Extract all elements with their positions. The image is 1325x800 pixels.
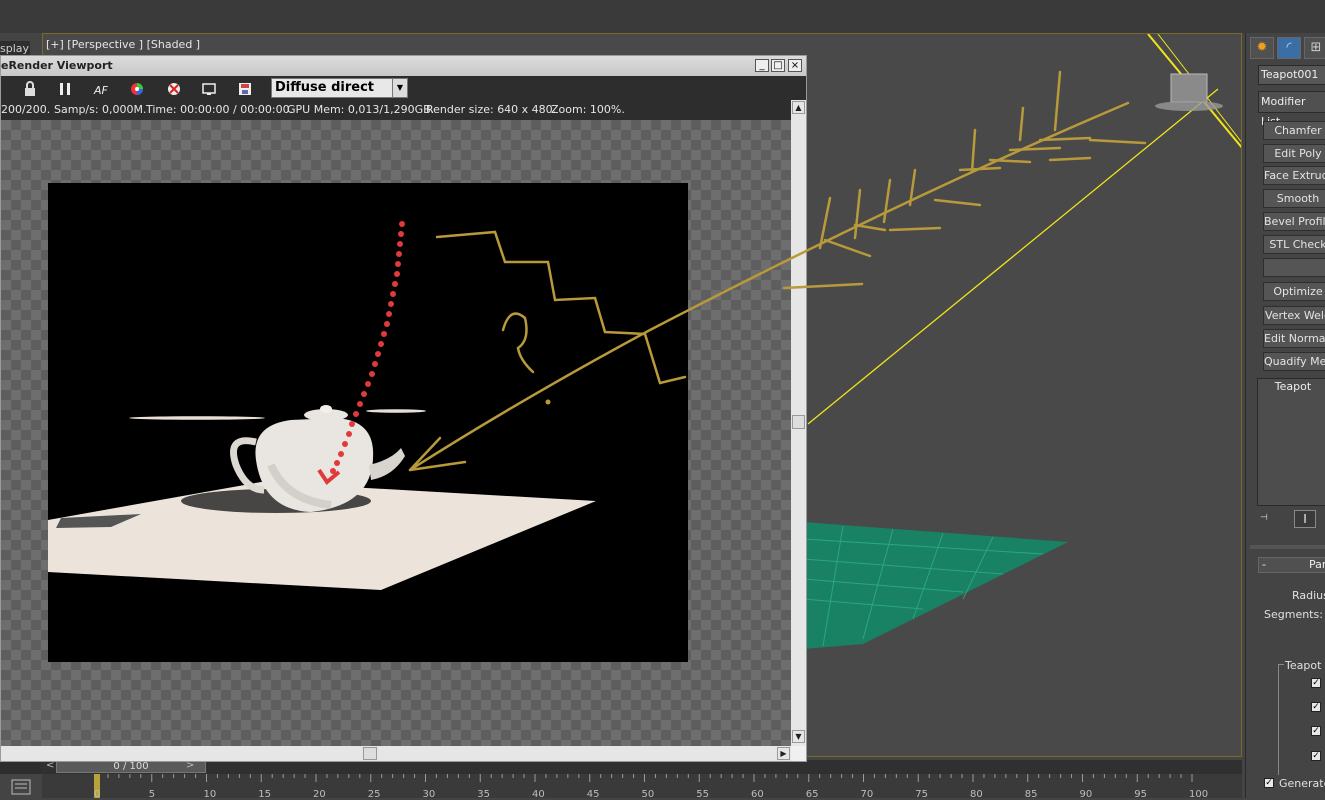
timeline-tick-label: 75 — [915, 789, 928, 800]
modifier-quadify-mesh-button[interactable]: Quadify Mesh — [1263, 352, 1325, 371]
generate-label: Generate — [1279, 777, 1325, 790]
chevron-down-icon[interactable]: ▼ — [392, 79, 407, 97]
status-render-size: Render size: 640 x 480. — [426, 103, 557, 116]
render-toolbar: AF Diffuse direct ▼ — [1, 76, 806, 100]
svg-text:AF: AF — [93, 84, 109, 97]
part-checkbox-3[interactable]: ✓ — [1311, 726, 1321, 736]
color-wheel-icon[interactable] — [129, 81, 145, 97]
timeline-tick-label: 90 — [1079, 789, 1093, 800]
collapse-icon[interactable]: - — [1262, 558, 1266, 572]
timeline-ticks — [96, 774, 1193, 782]
object-name-field[interactable]: Teapot001 — [1258, 65, 1325, 85]
timeline-tick-label: 40 — [532, 789, 545, 800]
render-canvas[interactable] — [1, 120, 791, 746]
segments-label: Segments: — [1264, 608, 1323, 621]
status-time: Time: 00:00:00 / 00:00:00. — [146, 103, 294, 116]
status-passes: 200/200. — [1, 103, 51, 116]
timeline-tick-label: 20 — [313, 789, 326, 800]
timeline-tick-label: 85 — [1024, 789, 1038, 800]
modifier-stl-check-button[interactable]: STL Check — [1263, 235, 1325, 254]
time-slider[interactable]: < 0 / 100 > — [0, 760, 1242, 774]
clear-icon[interactable] — [166, 81, 182, 97]
scroll-right-button[interactable]: ▶ — [777, 747, 790, 760]
timeline-tick-label: 95 — [1134, 789, 1147, 800]
timeline-tick-label: 80 — [970, 789, 983, 800]
render-window-titlebar[interactable]: eRender Viewport _ □ × — [1, 56, 806, 76]
vertical-scrollbar[interactable]: ▲ ▼ — [791, 100, 806, 746]
modify-tab-icon[interactable]: ◜ — [1277, 37, 1301, 59]
timeline-tick-label: 55 — [696, 789, 709, 800]
light-target-line — [807, 88, 1219, 425]
render-status-bar: 200/200. Samp/s: 0,000M. Time: 00:00:00 … — [1, 100, 791, 120]
timeline-tick-label: 0 — [94, 789, 101, 800]
part-checkbox-2[interactable]: ✓ — [1311, 702, 1321, 712]
modifier-empty-button[interactable] — [1263, 258, 1325, 277]
timeline[interactable]: 0 5 10 15 20 25 30 35 40 45 50 55 60 65 70 75 80 85 90 95 10… — [11, 774, 1242, 800]
timeline-tick-label: 50 — [641, 789, 655, 800]
main-toolbar — [0, 0, 1325, 33]
modifier-edit-poly-button[interactable]: Edit Poly — [1263, 144, 1325, 163]
modifier-vertex-weld-button[interactable]: Vertex Weld — [1263, 306, 1325, 325]
timeline-tick-label: 45 — [586, 789, 600, 800]
modifier-edit-normals-button[interactable]: Edit Normals — [1263, 329, 1325, 348]
timeline-tick-label: 15 — [258, 789, 271, 800]
pin-stack-icon[interactable]: ⊣ — [1260, 513, 1272, 525]
modifier-face-extrude-button[interactable]: Face Extrude — [1263, 166, 1325, 185]
pause-icon[interactable] — [57, 81, 73, 97]
stack-item-teapot[interactable]: Teapot — [1258, 379, 1325, 395]
lock-icon[interactable] — [22, 81, 38, 97]
modifier-optimize-button[interactable]: Optimize — [1263, 282, 1325, 301]
display-icon[interactable] — [201, 81, 217, 97]
timeline-tick-label: 65 — [805, 789, 819, 800]
timeline-tick-label: 35 — [477, 789, 490, 800]
part-checkbox-4[interactable]: ✓ — [1311, 751, 1321, 761]
modifier-chamfer-button[interactable]: Chamfer — [1263, 121, 1325, 140]
show-end-result-icon[interactable]: I — [1294, 510, 1316, 528]
modifier-list-dropdown[interactable]: Modifier List — [1258, 91, 1325, 128]
timeline-tick-label: 70 — [860, 789, 874, 800]
generate-mapping-checkbox[interactable]: ✓ — [1264, 778, 1274, 788]
modifier-smooth-button[interactable]: Smooth — [1263, 189, 1325, 208]
part-checkbox-1[interactable]: ✓ — [1311, 678, 1321, 688]
status-zoom: Zoom: 100%. — [551, 103, 625, 116]
timeline-tick-label: 5 — [148, 789, 156, 800]
parameters-rollout-header[interactable]: - Par — [1258, 557, 1325, 573]
radius-label: Radius: — [1292, 589, 1325, 602]
maximize-button[interactable]: □ — [771, 59, 785, 72]
create-tab-icon[interactable]: ✹ — [1250, 37, 1274, 59]
render-pass-value: Diffuse direct — [275, 80, 375, 95]
scroll-down-button[interactable]: ▼ — [792, 730, 805, 743]
hierarchy-tab-icon[interactable]: ⊞ — [1304, 37, 1325, 59]
aperture-icon[interactable]: AF — [93, 81, 109, 97]
timeline-config-icon[interactable] — [0, 774, 42, 798]
horizontal-scrollbar[interactable]: ▶ — [1, 746, 791, 761]
timeline-tick-label: 30 — [422, 789, 436, 800]
timeline-tick-label: 10 — [203, 789, 217, 800]
modifier-stack[interactable]: Teapot — [1257, 378, 1325, 506]
render-window-title: eRender Viewport — [1, 59, 113, 72]
render-image — [48, 183, 688, 662]
light-object — [1170, 73, 1208, 103]
timeline-tick-label: 25 — [367, 789, 381, 800]
status-gpu-mem: GPU Mem: 0,013/1,290GB. — [287, 103, 435, 116]
status-samples: Samp/s: 0,000M. — [54, 103, 147, 116]
timeline-tick-label: 100 — [1189, 789, 1209, 800]
time-slider-thumb[interactable]: 0 / 100 — [56, 761, 206, 773]
minimize-button[interactable]: _ — [755, 59, 769, 72]
scroll-up-button[interactable]: ▲ — [792, 101, 805, 114]
render-pass-select[interactable]: Diffuse direct ▼ — [271, 78, 408, 98]
close-button[interactable]: × — [788, 59, 802, 72]
scrollbar-thumb[interactable] — [792, 415, 805, 429]
h-scrollbar-thumb[interactable] — [363, 747, 377, 760]
teapot-parts-label: Teapot P — [1284, 659, 1325, 672]
parameters-rollout-title: Par — [1309, 558, 1325, 571]
rendered-frame — [48, 183, 688, 662]
command-panel: ✹ ◜ ⊞ Teapot001 Modifier List Chamfer Ed… — [1245, 33, 1325, 798]
save-icon[interactable] — [237, 81, 253, 97]
timeline-tick-label: 60 — [751, 789, 764, 800]
render-viewport-window: eRender Viewport _ □ × AF Diffuse direct… — [0, 55, 807, 762]
viewport-label[interactable]: [+] [Perspective ] [Shaded ] — [46, 38, 200, 51]
modifier-bevel-profile-button[interactable]: Bevel Profile — [1263, 212, 1325, 231]
